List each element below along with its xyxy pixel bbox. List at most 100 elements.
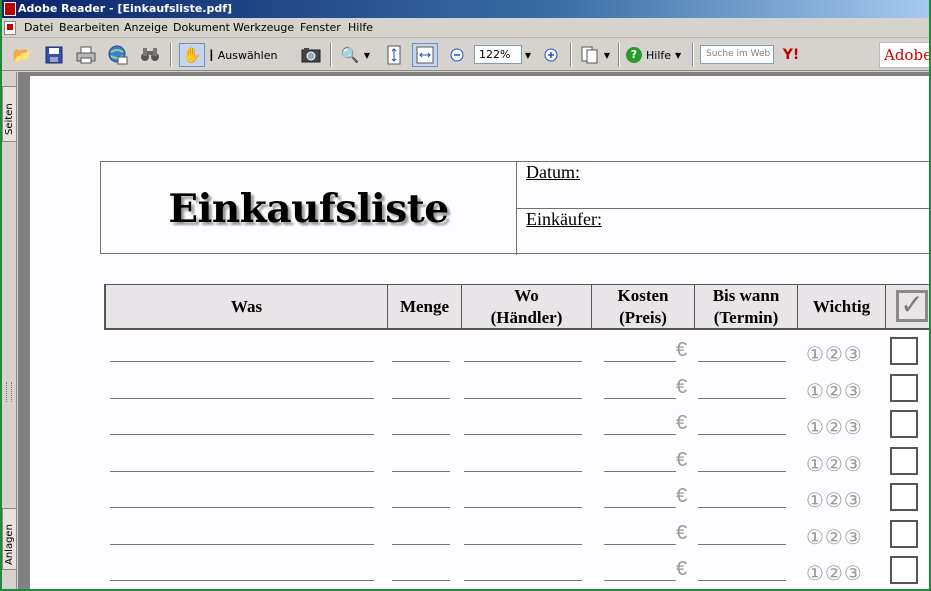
fit-page-icon[interactable] [382,43,406,67]
print-icon[interactable] [74,43,98,67]
kosten-blank[interactable] [604,543,676,545]
done-checkbox[interactable] [890,373,918,402]
wo-blank[interactable] [464,470,582,472]
web-search-input[interactable]: Suche im Web [700,45,774,64]
termin-blank[interactable] [698,507,786,508]
priority-options[interactable]: ①②③ [806,525,863,549]
menu-dokument[interactable]: Dokument [169,18,234,38]
menu-hilfe[interactable]: Hilfe [344,18,377,38]
zoom-dropdown-arrow[interactable]: ▼ [522,43,534,67]
wo-blank[interactable] [464,543,582,545]
kosten-blank[interactable] [604,397,676,399]
termin-blank[interactable] [698,361,786,362]
was-blank[interactable] [110,543,374,545]
done-checkbox[interactable] [890,337,918,365]
zoom-tool-dropdown-arrow[interactable]: ▼ [362,43,372,67]
was-blank[interactable] [110,434,374,435]
menge-blank[interactable] [392,361,450,362]
menu-bar: Datei Bearbeiten Anzeige Dokument Werkze… [2,18,929,38]
save-icon[interactable] [42,43,66,67]
select-tool-label: Auswählen [217,48,278,62]
euro-symbol: € [676,558,688,580]
was-blank[interactable] [110,361,374,362]
priority-options[interactable]: ①②③ [806,415,863,439]
header-checkmark-icon: ✓ [896,290,928,322]
search-binoculars-icon[interactable] [138,43,162,67]
menge-blank[interactable] [392,580,450,581]
pages-tab[interactable]: Seiten [2,86,17,142]
menu-fenster[interactable]: Fenster [296,18,345,38]
open-folder-icon[interactable]: 📂 [10,43,34,67]
done-checkbox[interactable] [890,556,918,584]
document-viewport[interactable]: Einkaufsliste Datum: Einkäufer: Was Meng… [18,72,929,589]
menu-anzeige[interactable]: Anzeige [120,18,172,38]
menge-blank[interactable] [392,543,450,545]
zoom-in-icon[interactable] [540,43,562,67]
attachments-tab[interactable]: Anlagen [2,508,17,570]
euro-symbol: € [676,375,688,398]
column-header-kosten: Kosten (Preis) [592,285,695,329]
hand-tool-icon[interactable]: ✋ [179,43,205,67]
help-dropdown-arrow: ▼ [675,50,682,60]
euro-symbol: € [676,448,688,471]
termin-blank[interactable] [698,580,786,581]
menu-bearbeiten[interactable]: Bearbeiten [55,18,123,38]
panel-resize-grip[interactable] [6,382,12,402]
done-checkbox[interactable] [890,410,918,438]
kosten-blank[interactable] [604,361,676,362]
adobe-reader-app-icon[interactable] [4,2,16,16]
kosten-blank[interactable] [604,434,676,435]
snapshot-camera-icon[interactable] [299,43,323,67]
done-checkbox[interactable] [890,483,918,511]
wo-blank[interactable] [464,507,582,508]
priority-options[interactable]: ①②③ [806,342,863,366]
priority-options[interactable]: ①②③ [806,379,863,403]
termin-blank[interactable] [698,543,786,545]
done-checkbox[interactable] [890,446,918,475]
navigation-panel: Seiten Anlagen [2,72,17,589]
toolbar-separator [570,43,572,67]
menge-blank[interactable] [392,397,450,399]
termin-blank[interactable] [698,397,786,399]
buyer-label: Einkäufer: [526,209,602,229]
wo-blank[interactable] [464,434,582,435]
kosten-blank[interactable] [604,470,676,472]
wo-blank[interactable] [464,397,582,399]
page-layout-icon[interactable] [578,43,602,67]
page-layout-dropdown-arrow[interactable]: ▼ [602,43,612,67]
yahoo-search-icon[interactable]: Y! [780,44,802,66]
text-cursor-icon: I [209,45,214,65]
help-button[interactable]: ? Hilfe ▼ [626,43,690,67]
fit-width-icon[interactable] [412,43,438,67]
was-blank[interactable] [110,397,374,399]
help-question-icon: ? [626,47,642,63]
zoom-level-input[interactable]: 122% [474,45,522,64]
was-blank[interactable] [110,580,374,581]
document-menu-icon[interactable] [4,21,16,35]
kosten-blank[interactable] [604,507,676,508]
termin-blank[interactable] [698,434,786,435]
menge-blank[interactable] [392,434,450,435]
select-tool-button[interactable]: I Auswählen [209,43,295,67]
zoom-out-icon[interactable] [446,43,468,67]
was-blank[interactable] [110,470,374,472]
menu-datei[interactable]: Datei [20,18,57,38]
priority-options[interactable]: ①②③ [806,488,863,512]
done-checkbox[interactable] [890,519,918,548]
column-header-bis-wann: Bis wann (Termin) [695,285,798,329]
zoom-in-magnifier-icon[interactable]: 🔍 [338,43,362,67]
document-header-box: Einkaufsliste Datum: Einkäufer: [100,161,929,255]
wo-blank[interactable] [464,361,582,362]
menge-blank[interactable] [392,470,450,472]
menge-blank[interactable] [392,507,450,508]
was-blank[interactable] [110,507,374,508]
wo-blank[interactable] [464,580,582,581]
kosten-blank[interactable] [604,580,676,581]
column-header-menge: Menge [388,285,462,329]
email-globe-icon[interactable] [106,43,130,67]
priority-options[interactable]: ①②③ [806,561,863,585]
termin-blank[interactable] [698,470,786,472]
menu-werkzeuge[interactable]: Werkzeuge [229,18,298,38]
toolbar: 📂 ✋ I Auswählen 🔍 ▼ 122% ▼ ▼ ? Hilfe ▼ S… [2,39,929,71]
priority-options[interactable]: ①②③ [806,452,863,476]
